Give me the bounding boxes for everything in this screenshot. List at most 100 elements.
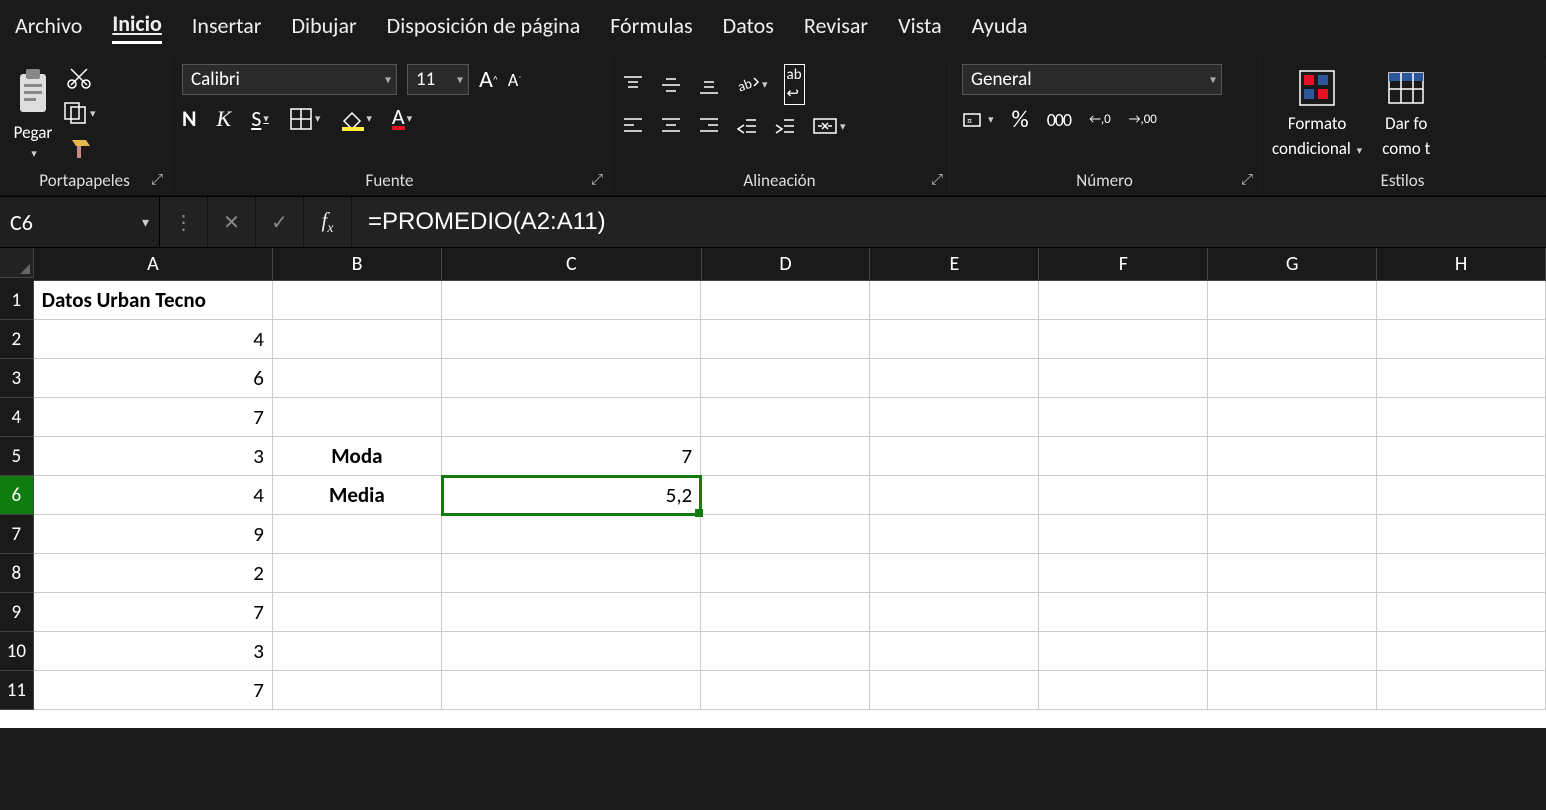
merge-center-button[interactable]: ▾ bbox=[812, 115, 846, 137]
cell-H5[interactable] bbox=[1377, 437, 1546, 476]
row-header[interactable]: 7 bbox=[0, 515, 34, 554]
cell-B4[interactable] bbox=[273, 398, 442, 437]
cut-button[interactable] bbox=[62, 64, 96, 90]
tab-formulas[interactable]: Fórmulas bbox=[610, 12, 692, 43]
cell-G8[interactable] bbox=[1208, 554, 1377, 593]
row-header[interactable]: 8 bbox=[0, 554, 34, 593]
cell-G7[interactable] bbox=[1208, 515, 1377, 554]
italic-button[interactable]: K bbox=[217, 106, 232, 132]
cell-E10[interactable] bbox=[870, 632, 1039, 671]
row-header[interactable]: 5 bbox=[0, 437, 34, 476]
col-header-A[interactable]: A bbox=[34, 248, 273, 281]
cell-D4[interactable] bbox=[701, 398, 870, 437]
cell-C8[interactable] bbox=[442, 554, 701, 593]
align-bottom-button[interactable] bbox=[698, 74, 720, 96]
increase-decimal-button[interactable]: ←,0 bbox=[1089, 112, 1111, 127]
cell-H8[interactable] bbox=[1377, 554, 1546, 593]
cell-F1[interactable] bbox=[1039, 281, 1208, 320]
row-header[interactable]: 2 bbox=[0, 320, 34, 359]
row-header[interactable]: 1 bbox=[0, 281, 34, 320]
cell-H11[interactable] bbox=[1377, 671, 1546, 710]
cell-C5[interactable]: 7 bbox=[442, 437, 701, 476]
cell-G9[interactable] bbox=[1208, 593, 1377, 632]
cell-D6[interactable] bbox=[701, 476, 870, 515]
paste-button[interactable]: Pegar ▾ bbox=[12, 66, 54, 160]
cell-E11[interactable] bbox=[870, 671, 1039, 710]
cell-F9[interactable] bbox=[1039, 593, 1208, 632]
cell-D8[interactable] bbox=[701, 554, 870, 593]
cell-H6[interactable] bbox=[1377, 476, 1546, 515]
cell-F3[interactable] bbox=[1039, 359, 1208, 398]
cell-A3[interactable]: 6 bbox=[34, 359, 273, 398]
cell-A5[interactable]: 3 bbox=[34, 437, 273, 476]
cell-G10[interactable] bbox=[1208, 632, 1377, 671]
cell-F10[interactable] bbox=[1039, 632, 1208, 671]
col-header-F[interactable]: F bbox=[1039, 248, 1208, 281]
number-format-select[interactable]: General ▾ bbox=[962, 64, 1222, 95]
tab-archivo[interactable]: Archivo bbox=[15, 12, 82, 43]
cell-B11[interactable] bbox=[273, 671, 442, 710]
row-header[interactable]: 11 bbox=[0, 671, 34, 710]
cell-A8[interactable]: 2 bbox=[34, 554, 273, 593]
cell-G6[interactable] bbox=[1208, 476, 1377, 515]
row-header[interactable]: 9 bbox=[0, 593, 34, 632]
cell-F5[interactable] bbox=[1039, 437, 1208, 476]
align-left-button[interactable] bbox=[622, 115, 644, 137]
cell-E7[interactable] bbox=[870, 515, 1039, 554]
cell-F11[interactable] bbox=[1039, 671, 1208, 710]
select-all-button[interactable] bbox=[0, 248, 34, 278]
tab-insertar[interactable]: Insertar bbox=[192, 12, 262, 43]
tab-disposicion[interactable]: Disposición de página bbox=[387, 12, 581, 43]
row-header[interactable]: 4 bbox=[0, 398, 34, 437]
cell-C7[interactable] bbox=[442, 515, 701, 554]
cell-H7[interactable] bbox=[1377, 515, 1546, 554]
row-header[interactable]: 6 bbox=[0, 476, 34, 515]
cell-A10[interactable]: 3 bbox=[34, 632, 273, 671]
cell-A11[interactable]: 7 bbox=[34, 671, 273, 710]
spreadsheet-grid[interactable]: A B C D E F G H 1Datos Urban Tecno243647… bbox=[0, 248, 1546, 728]
cell-H1[interactable] bbox=[1377, 281, 1546, 320]
fill-color-button[interactable]: ▾ bbox=[340, 107, 372, 131]
align-center-button[interactable] bbox=[660, 115, 682, 137]
cell-E9[interactable] bbox=[870, 593, 1039, 632]
align-top-button[interactable] bbox=[622, 74, 644, 96]
cell-D10[interactable] bbox=[701, 632, 870, 671]
clipboard-launcher[interactable]: ⤢ bbox=[151, 171, 163, 189]
cell-H4[interactable] bbox=[1377, 398, 1546, 437]
alignment-launcher[interactable]: ⤢ bbox=[931, 171, 943, 189]
borders-button[interactable]: ▾ bbox=[289, 107, 321, 131]
col-header-E[interactable]: E bbox=[870, 248, 1039, 281]
font-size-select[interactable]: 11 ▾ bbox=[407, 64, 469, 95]
formula-input[interactable] bbox=[352, 197, 1546, 247]
cell-B3[interactable] bbox=[273, 359, 442, 398]
cell-C11[interactable] bbox=[442, 671, 701, 710]
cell-D11[interactable] bbox=[701, 671, 870, 710]
cell-B5[interactable]: Moda bbox=[273, 437, 442, 476]
tab-vista[interactable]: Vista bbox=[898, 12, 942, 43]
cell-D9[interactable] bbox=[701, 593, 870, 632]
tab-dibujar[interactable]: Dibujar bbox=[291, 12, 356, 43]
accounting-format-button[interactable]: ¤▾ bbox=[962, 110, 994, 130]
cell-H9[interactable] bbox=[1377, 593, 1546, 632]
row-header[interactable]: 3 bbox=[0, 359, 34, 398]
cell-B7[interactable] bbox=[273, 515, 442, 554]
tab-datos[interactable]: Datos bbox=[723, 12, 774, 43]
cell-C4[interactable] bbox=[442, 398, 701, 437]
percent-button[interactable]: % bbox=[1012, 105, 1029, 134]
col-header-D[interactable]: D bbox=[702, 248, 871, 281]
col-header-G[interactable]: G bbox=[1208, 248, 1377, 281]
font-color-button[interactable]: A▾ bbox=[392, 107, 412, 131]
cell-D7[interactable] bbox=[701, 515, 870, 554]
cell-G4[interactable] bbox=[1208, 398, 1377, 437]
name-box[interactable]: C6 ▾ bbox=[0, 197, 160, 247]
bold-button[interactable]: N bbox=[182, 105, 197, 132]
tab-inicio[interactable]: Inicio bbox=[112, 10, 162, 44]
cell-G3[interactable] bbox=[1208, 359, 1377, 398]
cancel-formula-button[interactable]: ✕ bbox=[208, 197, 256, 247]
col-header-C[interactable]: C bbox=[442, 248, 702, 281]
col-header-H[interactable]: H bbox=[1377, 248, 1546, 281]
cell-G1[interactable] bbox=[1208, 281, 1377, 320]
cell-A1[interactable]: Datos Urban Tecno bbox=[34, 281, 273, 320]
fx-button[interactable]: fx bbox=[304, 197, 352, 247]
cell-D2[interactable] bbox=[701, 320, 870, 359]
